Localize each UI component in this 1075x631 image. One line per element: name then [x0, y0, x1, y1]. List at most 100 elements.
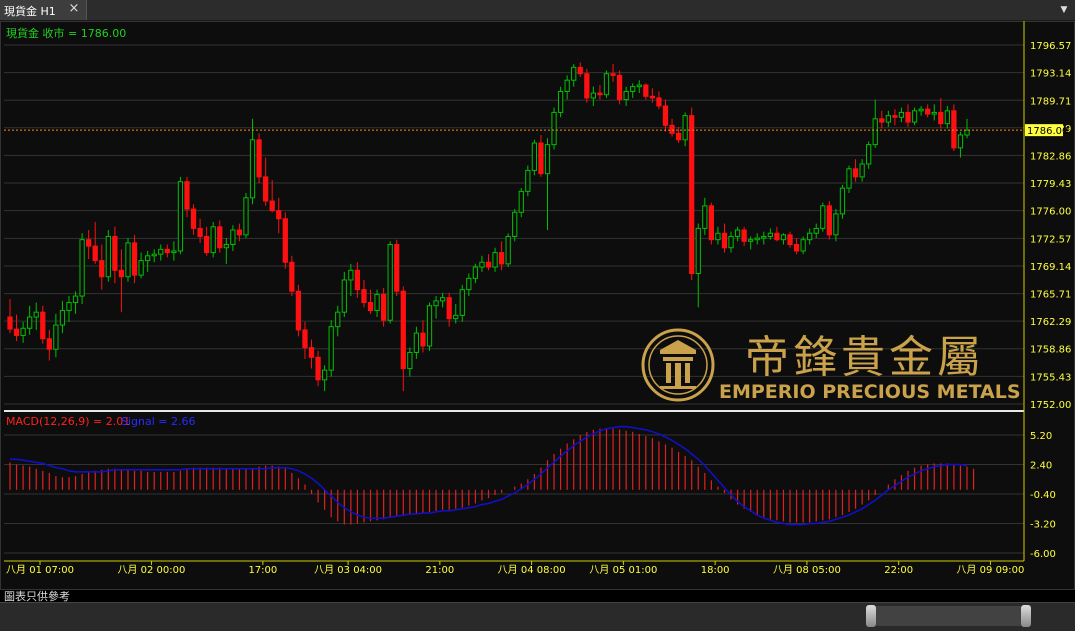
candle [289, 255, 295, 297]
current-price-tag-text: 1786.00 [1027, 126, 1068, 137]
candle [702, 197, 708, 235]
candle-body [964, 129, 970, 136]
candle [197, 218, 203, 243]
candle-body [512, 211, 518, 237]
time-tick-label: 22:00 [884, 565, 913, 576]
candle [885, 110, 891, 127]
candle-body [603, 73, 610, 96]
candle-body [866, 144, 872, 165]
candle-body [413, 332, 420, 353]
candle-body [276, 210, 282, 220]
candle-body [938, 111, 944, 125]
candle-body [164, 248, 170, 254]
price-tick-label: 1762.29 [1030, 317, 1071, 328]
navigator-right-handle[interactable] [1021, 605, 1031, 627]
candle-body [426, 305, 433, 347]
candle [204, 226, 210, 256]
time-axis-labels: 八月 01 07:00 八月 02 00:00 17:00 八月 03 04:00 21… [6, 561, 1024, 576]
candle-body [295, 290, 302, 331]
candle [263, 157, 269, 206]
chart-navigator[interactable] [0, 602, 1075, 631]
candle [177, 176, 184, 255]
candle-body [957, 134, 964, 149]
candle [944, 105, 950, 129]
candle-body [780, 234, 787, 241]
candle [256, 133, 262, 184]
candle-body [361, 289, 367, 304]
candle [413, 326, 420, 359]
candle [728, 231, 734, 253]
candle-body [636, 84, 642, 88]
candle-body [118, 269, 125, 278]
candle-body [177, 181, 184, 252]
candle [190, 204, 197, 235]
candle [931, 104, 937, 121]
candle-body [79, 239, 85, 297]
candle-body [767, 232, 773, 237]
candle [525, 165, 531, 197]
candle [800, 236, 806, 255]
candle [302, 321, 308, 359]
candle [636, 80, 642, 94]
candle [754, 233, 760, 245]
candle-body [925, 108, 931, 115]
candle-body [466, 277, 472, 291]
candle [315, 350, 321, 387]
candle [734, 226, 741, 242]
candle-body [859, 163, 865, 178]
candle-body [46, 338, 52, 350]
navigator-left-handle[interactable] [866, 605, 876, 627]
candle-body [315, 356, 321, 381]
candle [892, 109, 898, 126]
time-tick-label: 八月 05 01:00 [589, 564, 657, 576]
candle-body [787, 234, 793, 246]
price-tick-label: 1796.57 [1030, 41, 1071, 52]
candle-body [407, 351, 413, 370]
candle-body [833, 213, 839, 236]
watermark: 帝鋒貴金屬 EMPERIO PRECIOUS METALS [641, 328, 1021, 403]
candle-body [689, 115, 695, 275]
candle-body [13, 328, 20, 337]
candle-body [420, 332, 426, 347]
candle [780, 233, 787, 245]
price-tick-label: 1758.86 [1030, 345, 1071, 356]
candle [951, 104, 957, 152]
candle-body [911, 110, 918, 123]
candle [27, 305, 33, 335]
candle [538, 134, 544, 177]
candle [387, 241, 393, 324]
candle-body [656, 97, 662, 107]
candle-body [348, 269, 354, 281]
candle [223, 238, 229, 264]
navigator-window[interactable] [876, 606, 1021, 626]
price-tick-label: 1769.14 [1030, 262, 1071, 273]
candle-body [610, 73, 616, 76]
candle [964, 118, 970, 139]
candle [689, 107, 695, 280]
candle-body [282, 218, 288, 263]
candle-body [459, 289, 465, 316]
candle-body [479, 261, 485, 268]
candle [72, 291, 79, 314]
candle [813, 223, 819, 239]
candle [20, 321, 26, 343]
candle [341, 271, 347, 318]
candle-body [898, 111, 905, 118]
candle-body [531, 142, 538, 171]
candle-body [793, 244, 800, 252]
time-tick-label: 八月 02 00:00 [117, 564, 185, 576]
candle-body [734, 229, 741, 237]
candle-body [33, 311, 39, 318]
candle-body [846, 168, 852, 189]
candle [354, 262, 361, 298]
candle [630, 83, 636, 98]
price-tick-label: 1793.14 [1030, 69, 1071, 80]
candle [295, 284, 302, 337]
candle [846, 165, 852, 193]
candle [105, 230, 111, 282]
candle-body [197, 227, 203, 237]
candle-body [623, 90, 629, 101]
candle [557, 86, 564, 118]
candle-body [616, 74, 623, 101]
candle-body [551, 111, 557, 146]
